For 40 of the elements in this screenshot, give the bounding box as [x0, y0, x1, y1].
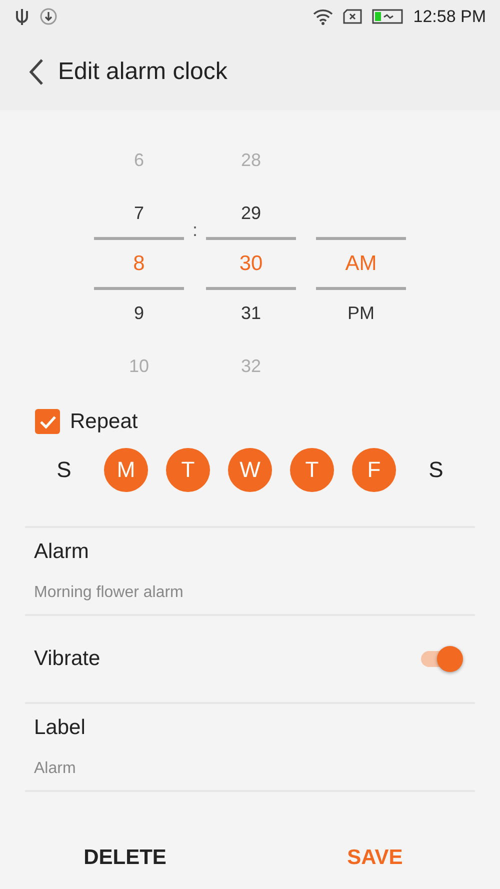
picker-value[interactable]: 7 [134, 203, 144, 224]
download-icon [40, 8, 57, 25]
setting-title: Vibrate [34, 647, 100, 671]
setting-row[interactable]: Alarm Morning flower alarm [25, 528, 475, 616]
picker-value[interactable]: AM [345, 252, 377, 276]
no-sim-icon [343, 9, 362, 24]
picker-value[interactable]: 29 [240, 203, 262, 224]
time-separator: : [194, 220, 196, 241]
usb-icon [14, 8, 30, 26]
setting-value: Morning flower alarm [34, 584, 184, 602]
weekday-toggle[interactable]: T [290, 448, 334, 492]
weekday-toggle[interactable]: M [104, 448, 148, 492]
setting-title: Label [34, 716, 86, 740]
picker-value[interactable]: 9 [134, 303, 144, 324]
page-title: Edit alarm clock [58, 58, 228, 86]
save-button[interactable]: SAVE [250, 838, 500, 878]
picker-value[interactable]: 30 [239, 252, 263, 276]
delete-button[interactable]: DELETE [0, 838, 250, 878]
wifi-icon [313, 8, 334, 25]
picker-value[interactable]: 28 [240, 150, 262, 171]
picker-value[interactable]: 32 [240, 356, 262, 377]
picker-value[interactable]: 31 [240, 303, 262, 324]
weekday-toggle[interactable]: F [352, 448, 396, 492]
weekday-toggle[interactable]: S [42, 448, 86, 492]
picker-value[interactable]: 10 [128, 356, 150, 377]
weekday-toggle[interactable]: S [414, 448, 458, 492]
picker-value[interactable]: 6 [134, 150, 144, 171]
setting-value: Alarm [34, 760, 76, 778]
setting-row[interactable]: Label Alarm [25, 704, 475, 792]
picker-value[interactable]: 8 [133, 252, 145, 276]
repeat-label: Repeat [70, 410, 138, 434]
repeat-checkbox[interactable] [35, 409, 60, 434]
picker-value[interactable]: PM [348, 303, 374, 324]
weekday-toggle[interactable]: T [166, 448, 210, 492]
checkmark-icon [38, 414, 56, 428]
weekday-toggle[interactable]: W [228, 448, 272, 492]
back-icon[interactable] [28, 58, 44, 86]
status-time: 12:58 PM [413, 6, 486, 26]
battery-icon [372, 9, 404, 24]
setting-title: Alarm [34, 540, 89, 564]
